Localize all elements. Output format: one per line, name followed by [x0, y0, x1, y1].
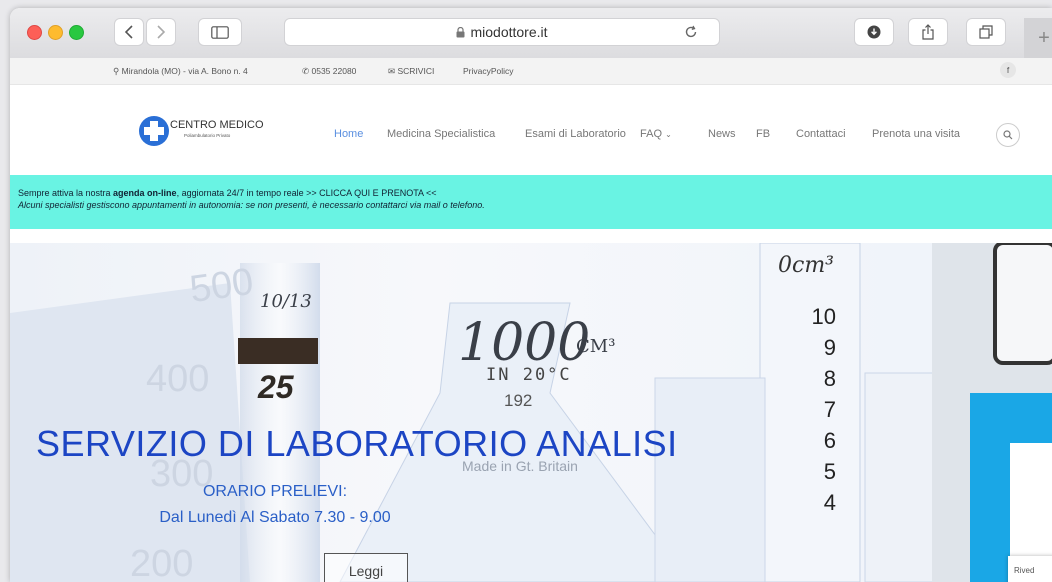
beaker-mark-400: 400 — [146, 358, 210, 400]
nav-fb[interactable]: FB — [756, 128, 770, 140]
recaptcha-badge[interactable]: Rived — [1008, 556, 1052, 582]
tube-label-1: 10/13 — [260, 291, 312, 312]
notice-text-c: , aggiornata 24/7 in tempo reale >> — [176, 188, 320, 198]
tabs-overview-button[interactable] — [966, 18, 1006, 46]
tabs-icon — [979, 25, 993, 39]
scale-10: 10 — [811, 304, 836, 329]
hero-subtitle: ORARIO PRELIEVI: — [202, 483, 348, 500]
hero-title: SERVIZIO DI LABORATORIO ANALISI — [36, 423, 678, 464]
nav-prenota[interactable]: Prenota una visita — [872, 128, 960, 140]
lab-glassware-background — [10, 243, 1052, 582]
nav-home[interactable]: Home — [334, 128, 363, 140]
hero-hours: Dal Lunedì Al Sabato 7.30 - 9.00 — [159, 509, 391, 526]
scale-5: 5 — [823, 459, 836, 484]
scale-7: 7 — [823, 397, 836, 422]
address-text: Mirandola (MO) - via A. Bono n. 4 — [121, 66, 248, 76]
cylinder-label: 0cm³ — [778, 253, 834, 278]
beaker-volume-number: 1000 — [458, 313, 591, 373]
scale-4: 4 — [823, 490, 836, 515]
plus-icon: + — [1038, 26, 1050, 49]
logo-title: CENTRO MEDICO — [170, 119, 264, 131]
nav-news[interactable]: News — [708, 128, 736, 140]
facebook-icon[interactable]: f — [1000, 62, 1016, 78]
phone-icon: ✆ — [302, 66, 310, 76]
search-button[interactable] — [996, 123, 1020, 147]
notice-line-1: Sempre attiva la nostra agenda on-line, … — [18, 188, 437, 198]
downloads-button[interactable] — [854, 18, 894, 46]
reload-icon[interactable] — [684, 25, 698, 39]
scale-9: 9 — [823, 335, 836, 360]
write-us-text: SCRIVICI — [397, 66, 435, 76]
lock-icon — [456, 26, 465, 37]
beaker-code: 192 — [504, 391, 533, 410]
nav-esami-laboratorio[interactable]: Esami di Laboratorio — [525, 128, 626, 140]
phone-item[interactable]: ✆ 0535 22080 — [302, 66, 356, 77]
hero-slider: 1000 CM³ IN 20°C 192 Made in Gt. Britain… — [10, 243, 1052, 582]
tube-label-2: 25 — [258, 369, 294, 405]
nav-faq-label: FAQ — [640, 128, 663, 140]
scale-6: 6 — [823, 428, 836, 453]
notice-text-a: Sempre attiva la nostra — [18, 188, 114, 198]
location-pin-icon: ⚲ — [113, 66, 120, 76]
forward-button[interactable] — [146, 18, 176, 46]
notice-line-2: Alcuni specialisti gestiscono appuntamen… — [18, 200, 485, 210]
new-tab-button[interactable]: + — [1024, 18, 1052, 58]
address-item: ⚲ Mirandola (MO) - via A. Bono n. 4 — [113, 66, 248, 77]
notice-banner[interactable]: Sempre attiva la nostra agenda on-line, … — [10, 175, 1052, 229]
beaker-mark-200: 200 — [130, 543, 194, 582]
phone-text: 0535 22080 — [311, 66, 357, 76]
cylinder-scale: 10 9 8 7 6 5 4 — [810, 301, 836, 518]
browser-toolbar: miodottore.it + — [10, 8, 1052, 59]
write-us-link[interactable]: ✉ SCRIVICI — [388, 66, 434, 77]
chevron-left-icon — [124, 25, 133, 39]
notice-cta-link[interactable]: CLICCA QUI E PRENOTA << — [319, 188, 436, 198]
nav-faq[interactable]: FAQ ⌄ — [640, 128, 672, 140]
info-bar: ⚲ Mirandola (MO) - via A. Bono n. 4 ✆ 05… — [10, 58, 1052, 85]
chevron-right-icon — [157, 25, 166, 39]
privacy-link[interactable]: PrivacyPolicy — [463, 66, 514, 76]
beaker-mark-500: 500 — [187, 260, 256, 312]
scale-8: 8 — [823, 366, 836, 391]
back-button[interactable] — [114, 18, 144, 46]
beaker-temp-label: IN 20°C — [486, 365, 572, 385]
beaker-volume-unit: CM³ — [576, 336, 616, 357]
minimize-window-button[interactable] — [48, 25, 63, 40]
nav-medicina-specialistica[interactable]: Medicina Specialistica — [387, 128, 495, 140]
nav-contattaci[interactable]: Contattaci — [796, 128, 846, 140]
chevron-down-icon: ⌄ — [665, 130, 672, 139]
medical-cross-logo-icon — [139, 116, 169, 146]
sidebar-icon — [211, 25, 229, 39]
site-header: CENTRO MEDICO Poliambulatorio Privato Ho… — [10, 85, 1052, 175]
address-bar[interactable]: miodottore.it — [284, 18, 720, 46]
search-icon — [1003, 130, 1013, 140]
sidebar-toggle-button[interactable] — [198, 18, 242, 46]
download-icon — [867, 25, 881, 39]
share-icon — [922, 24, 934, 40]
read-more-button[interactable]: Leggi — [324, 553, 408, 582]
close-window-button[interactable] — [27, 25, 42, 40]
zoom-window-button[interactable] — [69, 25, 84, 40]
mail-icon: ✉ — [388, 66, 396, 76]
notice-agenda: agenda on-line — [113, 188, 177, 198]
logo-subtitle: Poliambulatorio Privato — [184, 133, 231, 138]
share-button[interactable] — [908, 18, 948, 46]
browser-window: miodottore.it + ⚲ Mirandola (MO) - via A… — [10, 8, 1052, 582]
url-text: miodottore.it — [470, 24, 548, 40]
